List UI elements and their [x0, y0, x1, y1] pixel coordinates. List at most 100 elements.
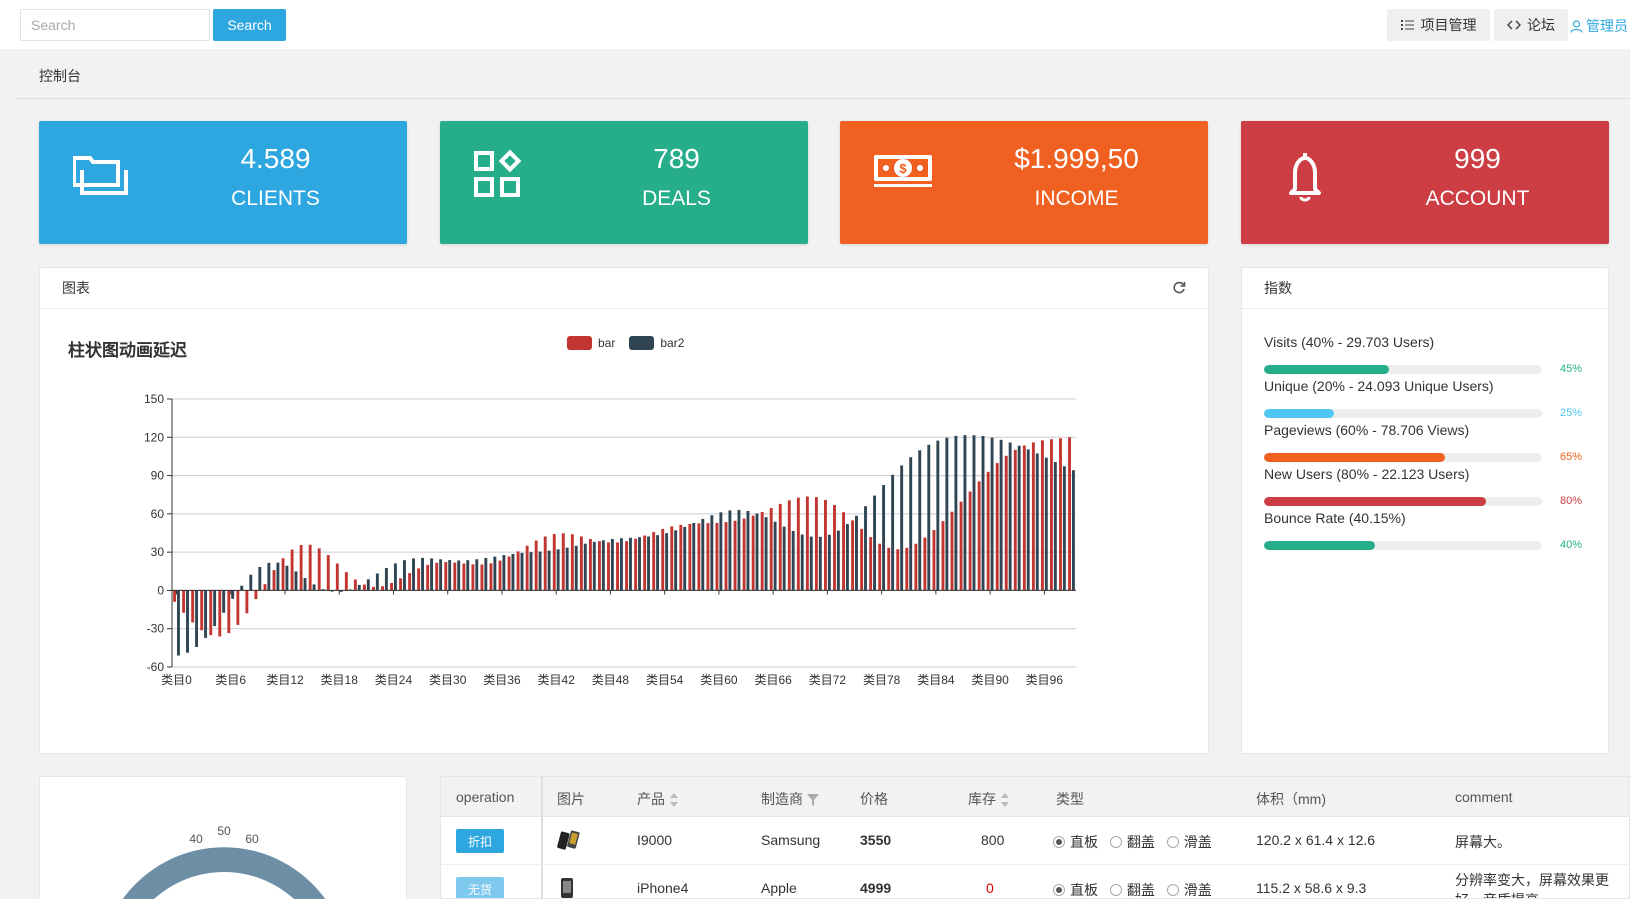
bar-bar2 — [502, 555, 506, 591]
col-header-stock-label: 库存 — [968, 791, 996, 807]
bar-bar — [525, 545, 529, 591]
bar-bar — [1059, 438, 1062, 591]
cell-size: 120.2 x 61.4 x 12.6 — [1256, 832, 1376, 848]
bar-bar — [1040, 440, 1044, 591]
bar-bar — [335, 563, 339, 591]
admin-label: 管理员 — [1586, 18, 1628, 34]
bar-bar — [634, 538, 638, 591]
stat-card-income: $ $1.999,50 INCOME — [840, 121, 1208, 244]
bar-bar — [697, 523, 701, 591]
search-button[interactable]: Search — [213, 9, 286, 41]
x-tick-label: 类目96 — [1026, 673, 1064, 687]
bar-bar — [326, 555, 330, 591]
bar-bar2 — [647, 536, 650, 591]
bar-bar2 — [375, 573, 379, 591]
radio-label: 直板 — [1070, 882, 1098, 898]
bar-bar2 — [1062, 466, 1066, 591]
bar-bar — [769, 507, 773, 591]
radio-flip[interactable]: 翻盖 — [1109, 832, 1155, 852]
out-of-stock-button[interactable]: 无货 — [456, 877, 504, 898]
discount-button[interactable]: 折扣 — [456, 829, 504, 853]
x-tick-label: 类目60 — [700, 673, 738, 687]
cell-size: 115.2 x 58.6 x 9.3 — [1256, 880, 1367, 896]
bar-bar2 — [177, 590, 180, 656]
bar-bar2 — [457, 560, 461, 591]
col-header-price: 价格 — [860, 791, 888, 807]
progress-percent: 65% — [1560, 451, 1583, 463]
apps-icon — [474, 149, 522, 197]
bar-bar — [851, 520, 855, 591]
bar-bar — [344, 572, 348, 591]
gauge-tick-label: 40 — [189, 832, 203, 846]
radio-bar[interactable]: 直板 — [1053, 832, 1098, 852]
progress-label-visits: Visits (40% - 29.703 Users) — [1264, 334, 1435, 350]
filter-icon[interactable] — [807, 793, 819, 807]
y-tick-label: 30 — [151, 545, 165, 559]
col-header-maker[interactable]: 制造商 — [761, 789, 819, 809]
bar-bar2 — [1026, 449, 1030, 591]
chart-panel-header: 图表 — [40, 268, 1208, 309]
bar-bar — [607, 542, 610, 591]
bar-bar — [453, 562, 457, 591]
bar-bar2 — [701, 518, 705, 591]
bar-bar2 — [493, 556, 497, 591]
bar-bar2 — [303, 578, 307, 591]
progress-track — [1264, 453, 1542, 462]
bar-bar — [652, 532, 656, 591]
bar-bar — [805, 496, 809, 591]
bar-bar2 — [556, 549, 560, 591]
bar-bar — [869, 537, 873, 591]
x-tick-label: 类目84 — [917, 673, 955, 687]
bar-bar — [227, 590, 231, 634]
bar-bar2 — [1053, 462, 1057, 591]
bar-bar — [959, 501, 963, 591]
bar-bar — [408, 573, 412, 591]
project-management-button[interactable]: 项目管理 — [1387, 9, 1490, 41]
admin-link[interactable]: 管理员 — [1570, 16, 1628, 36]
bar-bar2 — [683, 526, 687, 591]
cell-price: 4999 — [860, 880, 892, 896]
bar-bar — [842, 512, 845, 591]
radio-slide[interactable]: 滑盖 — [1166, 832, 1212, 852]
col-header-maker-label: 制造商 — [761, 791, 803, 807]
user-icon — [1570, 19, 1583, 33]
progress-label-pageviews: Pageviews (60% - 78.706 Views) — [1264, 422, 1470, 438]
col-header-product[interactable]: 产品 — [637, 789, 679, 809]
bar-bar2 — [728, 510, 732, 591]
stat-label: ACCOUNT — [1425, 187, 1530, 210]
bar-bar2 — [412, 558, 415, 591]
radio-flip[interactable]: 翻盖 — [1109, 880, 1155, 898]
radio-label: 滑盖 — [1183, 834, 1212, 850]
bar-bar2 — [610, 538, 614, 591]
bar-bar — [417, 568, 421, 591]
radio-dot — [1109, 884, 1122, 896]
bar-bar2 — [836, 530, 840, 591]
bar-bar — [191, 590, 195, 623]
sort-icon[interactable] — [1000, 792, 1010, 808]
col-header-stock[interactable]: 库存 — [968, 789, 1010, 809]
bar-bar — [742, 518, 746, 591]
radio-slide[interactable]: 滑盖 — [1166, 880, 1212, 898]
search-input[interactable] — [20, 9, 210, 41]
forum-button[interactable]: 论坛 — [1494, 9, 1568, 41]
refresh-icon[interactable] — [1172, 281, 1186, 295]
bar-bar2 — [294, 571, 298, 591]
stat-value: 999 — [1454, 143, 1501, 174]
cell-product: iPhone4 — [637, 880, 689, 896]
bar-bar — [507, 556, 511, 591]
bar-bar2 — [972, 435, 976, 591]
bar-bar2 — [845, 524, 849, 591]
bar-bar2 — [873, 495, 876, 591]
bar-bar — [670, 526, 674, 591]
breadcrumb: 控制台 — [16, 49, 1630, 99]
radio-bar[interactable]: 直板 — [1053, 880, 1098, 898]
bar-bar — [543, 536, 547, 591]
list-icon — [1400, 20, 1414, 30]
bar-bar2 — [918, 450, 922, 591]
table-row: 折扣 I9000 Samsung 3550 800 直板 翻盖 滑盖 120.2… — [441, 817, 1629, 865]
bar-bar — [995, 463, 999, 591]
sort-icon[interactable] — [669, 792, 679, 808]
stat-value: $1.999,50 — [1014, 143, 1139, 174]
progress-fill — [1264, 409, 1334, 418]
bar-bar2 — [692, 522, 696, 591]
